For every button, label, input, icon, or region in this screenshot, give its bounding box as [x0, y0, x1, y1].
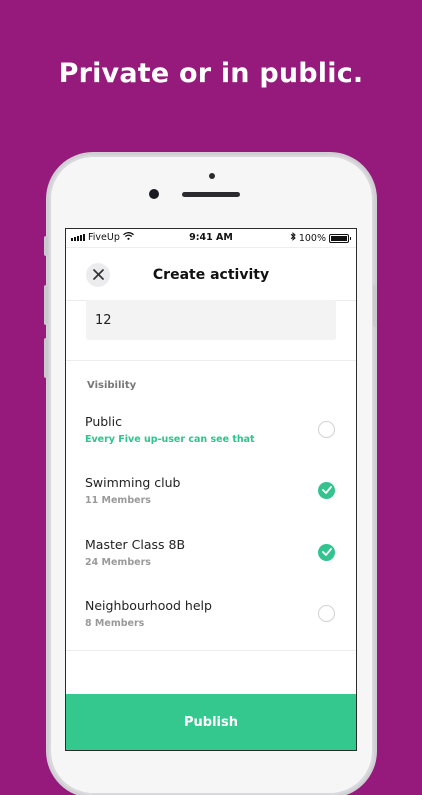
- battery-cap: [350, 236, 351, 240]
- number-input[interactable]: 12: [86, 300, 336, 340]
- phone-screen: FiveUp 9:41 AM 100% Create activity 12 V…: [66, 229, 356, 750]
- radio-checked[interactable]: [318, 482, 335, 499]
- option-title: Master Class 8B: [85, 537, 186, 552]
- visibility-option-public[interactable]: Public Every Five up-user can see that: [66, 414, 356, 460]
- checkmark-icon: [321, 484, 332, 497]
- front-camera: [149, 189, 159, 199]
- headline: Private or in public.: [58, 58, 364, 89]
- status-bar: FiveUp 9:41 AM 100%: [66, 229, 356, 248]
- side-button-volume-down: [44, 285, 48, 325]
- divider: [66, 360, 356, 361]
- bluetooth-icon: [290, 232, 296, 244]
- option-subtitle: 11 Members: [85, 495, 151, 506]
- radio-checked[interactable]: [318, 544, 335, 561]
- visibility-section-label: Visibility: [87, 380, 137, 391]
- visibility-option-master-class[interactable]: Master Class 8B 24 Members: [66, 537, 356, 583]
- number-input-value: 12: [95, 312, 112, 328]
- earpiece-speaker: [182, 192, 240, 197]
- checkmark-icon: [321, 546, 332, 559]
- publish-button[interactable]: Publish: [66, 694, 356, 750]
- option-title: Neighbourhood help: [85, 598, 212, 613]
- page-title: Create activity: [152, 267, 270, 283]
- side-button-power: [373, 285, 377, 327]
- front-sensor-dot: [209, 173, 215, 179]
- option-subtitle: 8 Members: [85, 618, 145, 629]
- divider: [66, 650, 356, 651]
- option-subtitle: Every Five up-user can see that: [85, 434, 255, 445]
- visibility-option-neighbourhood-help[interactable]: Neighbourhood help 8 Members: [66, 598, 356, 644]
- nav-bar: Create activity: [66, 248, 356, 301]
- option-title: Public: [85, 414, 122, 429]
- radio-unchecked[interactable]: [318, 421, 335, 438]
- radio-unchecked[interactable]: [318, 605, 335, 622]
- status-right: 100%: [290, 232, 351, 244]
- option-subtitle: 24 Members: [85, 557, 151, 568]
- side-button-mute: [44, 338, 48, 378]
- battery-icon: [329, 233, 349, 243]
- side-button-volume-up: [44, 236, 48, 256]
- battery-percent: 100%: [298, 232, 326, 244]
- option-title: Swimming club: [85, 475, 181, 490]
- visibility-option-swimming-club[interactable]: Swimming club 11 Members: [66, 475, 356, 521]
